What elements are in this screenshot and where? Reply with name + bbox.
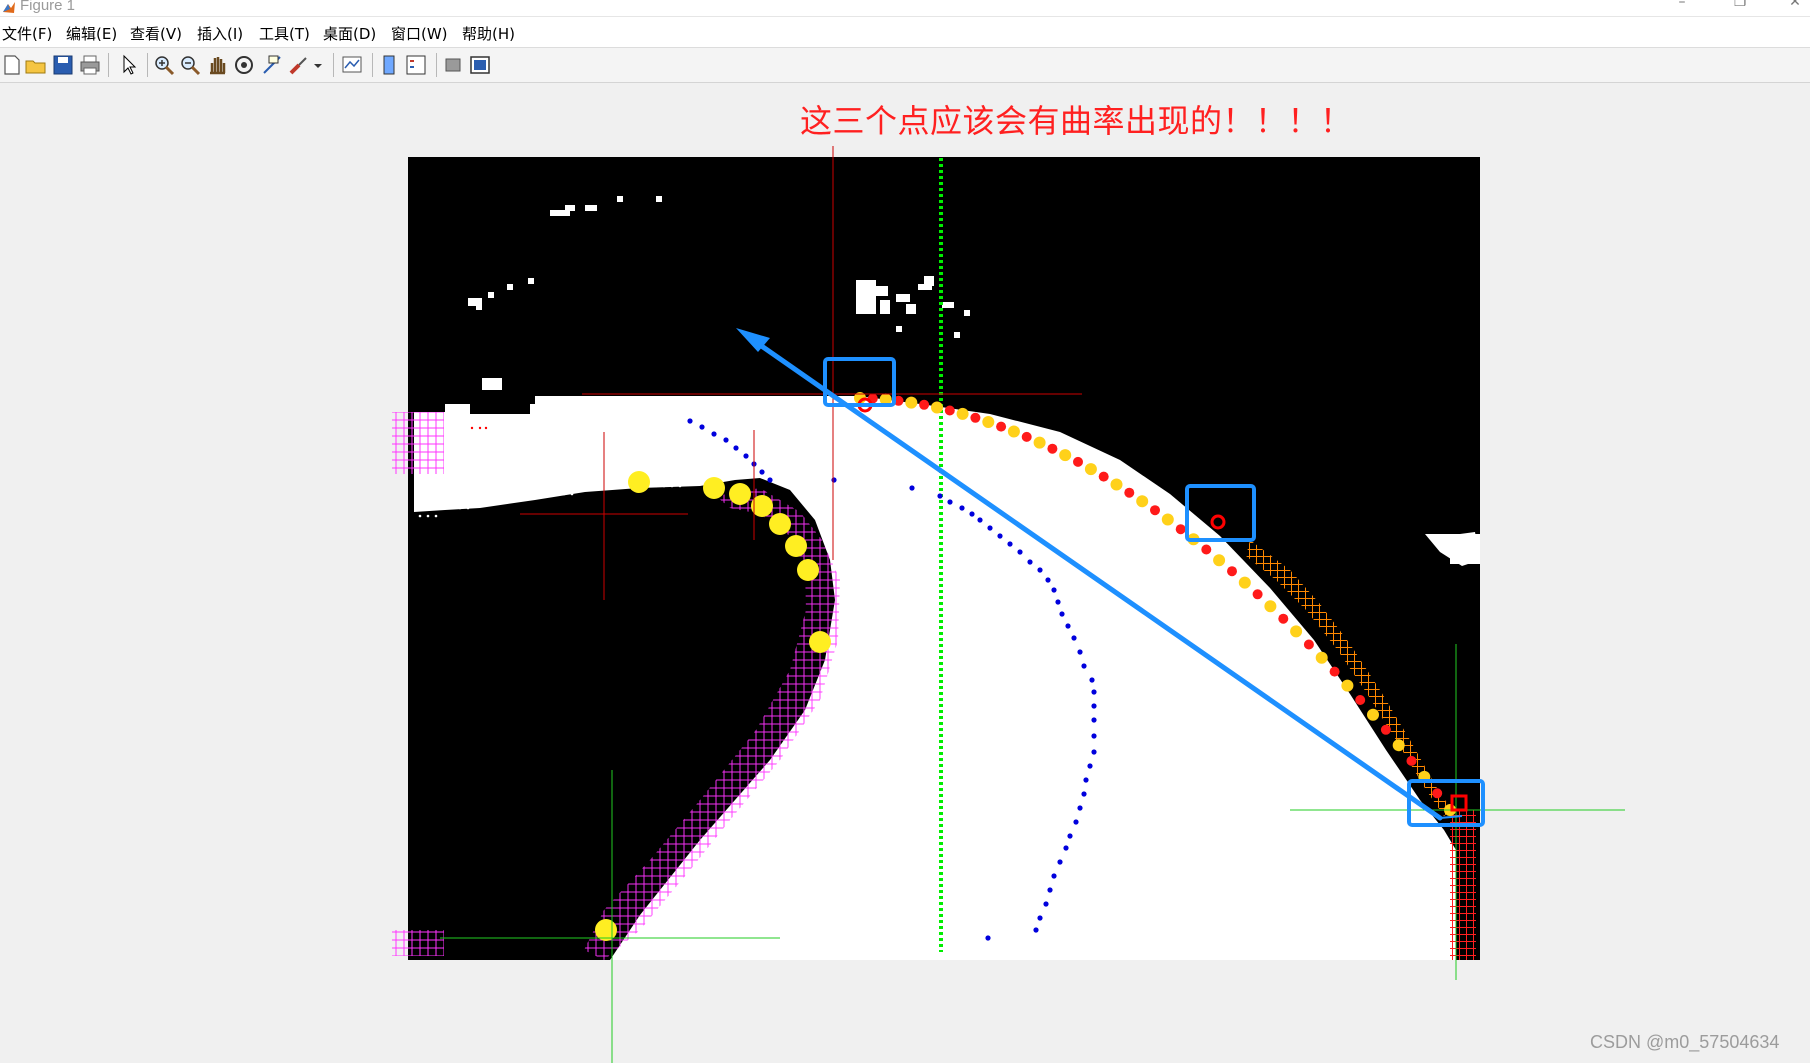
boundary-point xyxy=(1227,566,1237,577)
blue-path-point xyxy=(743,453,749,459)
blue-path-point xyxy=(1087,763,1093,769)
boundary-point xyxy=(1098,471,1109,482)
boundary-point xyxy=(1110,478,1123,491)
boundary-point xyxy=(905,396,918,409)
blue-path-point xyxy=(1063,845,1069,851)
image-notch xyxy=(470,400,530,414)
image-white-blob xyxy=(1450,534,1480,564)
blue-path-point xyxy=(1007,541,1013,547)
blue-path-point xyxy=(1067,833,1073,839)
boundary-point xyxy=(919,399,930,410)
boundary-point xyxy=(1213,554,1226,567)
blue-path-point xyxy=(1055,599,1061,605)
annotation-text: 这三个点应该会有曲率出现的！！！！ xyxy=(800,102,1353,140)
blue-path-point xyxy=(1047,887,1053,893)
boundary-point xyxy=(1278,613,1289,624)
boundary-point xyxy=(1392,739,1405,752)
boundary-point xyxy=(956,407,969,420)
boundary-point xyxy=(1021,431,1032,442)
blue-path-point xyxy=(1091,749,1097,755)
blue-path-point xyxy=(985,935,991,941)
boundary-point xyxy=(1380,724,1391,735)
boundary-point xyxy=(1252,589,1263,600)
blue-path-point xyxy=(1027,559,1033,565)
blue-path-point xyxy=(767,477,773,483)
boundary-point xyxy=(1290,625,1303,638)
boundary-point xyxy=(1432,788,1443,799)
boundary-point xyxy=(1084,463,1097,476)
blue-path-point xyxy=(1051,873,1057,879)
blue-path-point xyxy=(969,511,975,517)
blue-path-point xyxy=(831,477,837,483)
blue-path-point xyxy=(1081,663,1087,669)
blue-path-point xyxy=(723,437,729,443)
boundary-point xyxy=(1073,456,1083,467)
boundary-point xyxy=(1150,505,1160,516)
right-edge-markers xyxy=(1450,810,1476,960)
boundary-point xyxy=(1161,513,1174,526)
boundary-point xyxy=(982,416,995,428)
boundary-point xyxy=(1303,639,1314,650)
blue-path-point xyxy=(1037,915,1043,921)
blue-path-point xyxy=(1081,791,1087,797)
boundary-point xyxy=(1264,600,1277,613)
blue-path-point xyxy=(959,505,965,511)
blue-path-point xyxy=(997,533,1003,539)
blue-path-point xyxy=(937,493,943,499)
blue-path-point xyxy=(1057,859,1063,865)
boundary-point xyxy=(970,412,981,423)
boundary-point xyxy=(1033,436,1046,449)
boundary-point xyxy=(1341,679,1354,692)
blue-path-point xyxy=(909,485,915,491)
blue-path-point xyxy=(1037,567,1043,573)
blue-path-point xyxy=(1091,703,1097,709)
blue-path-point xyxy=(1091,733,1097,739)
blue-path-point xyxy=(759,469,765,475)
boundary-point xyxy=(1355,695,1366,705)
boundary-point xyxy=(996,421,1007,432)
blue-path-point xyxy=(1051,587,1057,593)
blue-path-point xyxy=(1059,611,1065,617)
boundary-point xyxy=(1059,449,1072,462)
boundary-point xyxy=(1329,666,1340,677)
blue-path-point xyxy=(1073,819,1079,825)
boundary-point xyxy=(1315,651,1328,664)
boundary-point xyxy=(1367,708,1379,721)
blue-path-point xyxy=(699,424,705,430)
boundary-point xyxy=(1201,544,1212,555)
boundary-point xyxy=(944,405,955,416)
blue-path-point xyxy=(1089,677,1095,683)
boundary-point xyxy=(1136,495,1149,508)
blue-path-point xyxy=(1071,635,1077,641)
blue-path-point xyxy=(1017,549,1023,555)
blue-path-point xyxy=(1083,777,1089,783)
blue-path-point xyxy=(711,431,717,437)
blue-path-point xyxy=(1065,623,1071,629)
blue-path-point xyxy=(1077,805,1083,811)
blue-path-point xyxy=(1033,927,1039,933)
figure-axes[interactable] xyxy=(0,0,1810,1063)
boundary-point xyxy=(1124,487,1135,498)
blue-path-point xyxy=(987,525,993,531)
boundary-point xyxy=(931,401,943,414)
blue-path-point xyxy=(1091,689,1097,695)
blue-path-point xyxy=(733,445,739,451)
blue-path-point xyxy=(1091,717,1097,723)
blue-path-point xyxy=(1077,649,1083,655)
blue-path-point xyxy=(687,418,693,424)
boundary-point xyxy=(1406,755,1417,766)
boundary-point xyxy=(1007,425,1020,438)
watermark: CSDN @m0_57504634 xyxy=(1590,1032,1780,1052)
blue-path-point xyxy=(1045,577,1051,583)
left-edge-markers xyxy=(392,412,444,474)
left-edge-markers xyxy=(392,930,444,956)
blue-path-point xyxy=(977,517,983,523)
blue-path-point xyxy=(1043,901,1049,907)
blue-path-point xyxy=(947,499,953,505)
boundary-point xyxy=(1047,443,1058,454)
boundary-point xyxy=(1238,576,1251,589)
boundary-point xyxy=(1175,524,1186,535)
